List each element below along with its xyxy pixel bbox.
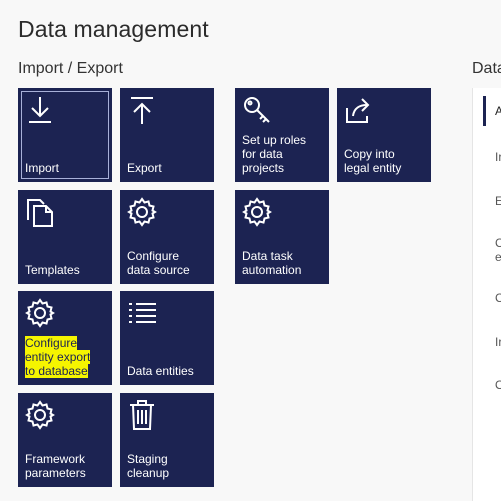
highlighted-text: Configure entity export to database: [25, 336, 91, 378]
upload-icon: [126, 94, 158, 126]
selected-indicator: [483, 96, 486, 126]
right-panel-item: e: [495, 250, 501, 264]
data-entities-tile[interactable]: Data entities: [120, 291, 214, 385]
gear-icon: [241, 196, 273, 228]
right-panel-item[interactable]: A: [495, 104, 501, 118]
copy-into-legal-entity-label: Copy into legal entity: [344, 147, 402, 175]
data-entities-label: Data entities: [127, 364, 194, 378]
right-panel-item[interactable]: Ir: [495, 150, 501, 164]
gear-icon: [24, 399, 56, 431]
configure-entity-export-tile[interactable]: Configure entity export to database: [18, 291, 112, 385]
section-title: Import / Export: [18, 60, 123, 77]
download-icon: [24, 94, 56, 126]
right-panel-item[interactable]: C: [495, 236, 501, 250]
right-section-title: Data: [472, 60, 501, 77]
configure-data-source-label: Configure data source: [127, 249, 190, 277]
import-label: Import: [25, 161, 60, 175]
right-panel-item[interactable]: O: [495, 378, 501, 392]
export-label: Export: [127, 161, 162, 175]
configure-data-source-tile[interactable]: Configure data source: [120, 190, 214, 284]
page-title: Data management: [18, 16, 209, 42]
configure-entity-export-label: Configure entity export to database: [25, 336, 108, 378]
right-panel-item[interactable]: C: [495, 291, 501, 305]
import-tile[interactable]: Import: [18, 88, 112, 182]
set-up-roles-tile[interactable]: Set up roles for data projects: [235, 88, 329, 182]
right-panel-item[interactable]: E:: [495, 194, 501, 208]
framework-parameters-label: Framework parameters: [25, 452, 86, 480]
gear-icon: [24, 297, 56, 329]
right-panel: A Ir E: C e C Ir O: [472, 88, 501, 501]
set-up-roles-label: Set up roles for data projects: [242, 133, 307, 175]
data-task-automation-label: Data task automation: [242, 249, 302, 277]
export-tile[interactable]: Export: [120, 88, 214, 182]
framework-parameters-tile[interactable]: Framework parameters: [18, 393, 112, 487]
trash-icon: [126, 399, 158, 431]
gear-icon: [126, 196, 158, 228]
copy-into-legal-entity-tile[interactable]: Copy into legal entity: [337, 88, 431, 182]
templates-label: Templates: [25, 263, 80, 277]
copy-icon: [24, 196, 56, 228]
right-panel-item[interactable]: Ir: [495, 335, 501, 349]
key-icon: [241, 94, 273, 126]
templates-tile[interactable]: Templates: [18, 190, 112, 284]
share-icon: [343, 94, 375, 126]
list-icon: [126, 297, 158, 329]
data-task-automation-tile[interactable]: Data task automation: [235, 190, 329, 284]
staging-cleanup-label: Staging cleanup: [127, 452, 170, 480]
staging-cleanup-tile[interactable]: Staging cleanup: [120, 393, 214, 487]
